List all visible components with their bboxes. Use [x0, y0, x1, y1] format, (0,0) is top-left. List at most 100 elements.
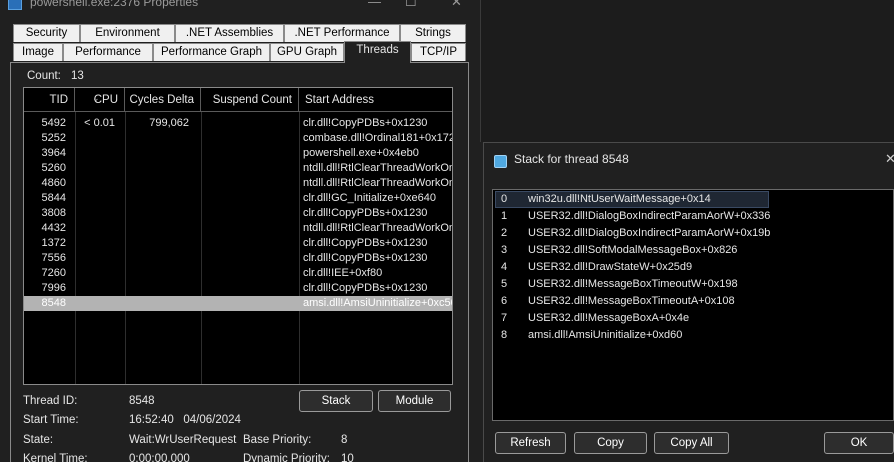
- column-header-start-address[interactable]: Start Address: [299, 88, 452, 112]
- stack-frame-address: USER32.dll!MessageBoxTimeoutA+0x108: [528, 295, 735, 307]
- thread-row[interactable]: 5260 ntdll.dll!RtlClearThreadWorkOnBehalf…: [24, 161, 452, 176]
- stack-frame-address: USER32.dll!DialogBoxIndirectParamAorW+0x…: [528, 210, 771, 222]
- tab-image[interactable]: Image: [13, 43, 63, 61]
- thread-row[interactable]: 7556 clr.dll!CopyPDBs+0x1230: [24, 251, 452, 266]
- stack-frame-address: USER32.dll!MessageBoxTimeoutW+0x198: [528, 278, 738, 290]
- thread-row[interactable]: 5492 < 0.01 799,062 clr.dll!CopyPDBs+0x1230: [24, 116, 452, 131]
- cell-tid: 3808: [41, 207, 66, 219]
- module-button[interactable]: Module: [378, 390, 451, 412]
- thread-row[interactable]: 4860 ntdll.dll!RtlClearThreadWorkOnBehalf…: [24, 176, 452, 191]
- ok-button[interactable]: OK: [824, 432, 894, 454]
- stack-frames-list[interactable]: 0 win32u.dll!NtUserWaitMessage+0x14 1 USER3…: [492, 189, 894, 421]
- stack-button[interactable]: Stack: [299, 390, 373, 412]
- thread-row[interactable]: 5252 combase.dll!Ordinal181+0x1720: [24, 131, 453, 146]
- cell-tid: 8548: [41, 297, 66, 309]
- stack-dialog-area: Stack for thread 8548 ✕ 0 win32u.dll!NtUs…: [480, 0, 894, 462]
- tab-gpu-graph[interactable]: GPU Graph: [270, 43, 344, 61]
- close-icon[interactable]: ✕: [451, 0, 462, 10]
- stack-frame-index: 8: [501, 329, 508, 341]
- cell-start-address: combase.dll!Ordinal181+0x1720: [303, 132, 453, 144]
- cell-tid: 7556: [41, 252, 66, 264]
- stack-frame-row[interactable]: 2 USER32.dll!DialogBoxIndirectParamAorW+0…: [493, 225, 893, 242]
- thread-row[interactable]: 4432 ntdll.dll!RtlClearThreadWorkOnBehalf…: [24, 221, 452, 236]
- stack-frame-row[interactable]: 1 USER32.dll!DialogBoxIndirectParamAorW+0…: [493, 208, 893, 225]
- thread-row[interactable]: 3808 clr.dll!CopyPDBs+0x1230: [24, 206, 452, 221]
- stack-frame-index: 7: [501, 312, 508, 324]
- sort-descending-icon: ⌄: [92, 93, 100, 103]
- window-title: powershell.exe:2376 Properties: [30, 0, 199, 9]
- thread-row[interactable]: 7996 clr.dll!CopyPDBs+0x1230: [24, 281, 452, 296]
- stack-frame-address: USER32.dll!DialogBoxIndirectParamAorW+0x…: [528, 227, 771, 239]
- thread-row[interactable]: 3964 powershell.exe+0x4eb0: [24, 146, 452, 161]
- thread-id-value: 8548: [129, 395, 155, 407]
- column-header-suspend-count[interactable]: Suspend Count: [201, 88, 299, 112]
- thread-row[interactable]: 8548 amsi.dll!AmsiUninitialize+0xc50: [24, 296, 453, 311]
- stack-frame-row[interactable]: 3 USER32.dll!SoftModalMessageBox+0x826: [493, 242, 893, 259]
- stack-frame-row[interactable]: 8 amsi.dll!AmsiUninitialize+0xd60: [493, 327, 893, 344]
- copy-all-button[interactable]: Copy All: [654, 432, 729, 454]
- dynamic-priority-label: Dynamic Priority:: [243, 453, 330, 462]
- column-header-cycles-delta[interactable]: Cycles Delta: [125, 88, 201, 112]
- start-time-value: 16:52:40 04/06/2024: [129, 414, 241, 426]
- base-priority-value: 8: [341, 434, 348, 446]
- maximize-icon[interactable]: ☐: [405, 0, 417, 10]
- cell-tid: 1372: [41, 237, 66, 249]
- thread-row[interactable]: 5844 clr.dll!GC_Initialize+0xe640: [24, 191, 452, 206]
- threads-list-header: TID ⌄ CPU Cycles Delta Suspend Count Sta…: [24, 88, 452, 112]
- column-header-tid[interactable]: TID: [24, 88, 75, 112]
- cell-start-address: ntdll.dll!RtlClearThreadWorkOnBehalfTick…: [303, 162, 452, 174]
- cell-start-address: ntdll.dll!RtlClearThreadWorkOnBehalfTick…: [303, 177, 452, 189]
- tab-environment[interactable]: Environment: [80, 24, 175, 42]
- tab-strings[interactable]: Strings: [400, 24, 466, 42]
- minimize-icon[interactable]: —: [368, 0, 381, 9]
- thread-row[interactable]: 1372 clr.dll!CopyPDBs+0x1230: [24, 236, 452, 251]
- stack-frame-index: 0: [501, 193, 508, 205]
- cell-start-address: clr.dll!CopyPDBs+0x1230: [303, 117, 428, 129]
- cell-tid: 5844: [41, 192, 66, 204]
- stack-frame-row[interactable]: 5 USER32.dll!MessageBoxTimeoutW+0x198: [493, 276, 893, 293]
- cell-tid: 7996: [41, 282, 66, 294]
- cell-tid: 4860: [41, 177, 66, 189]
- kernel-time-label: Kernel Time:: [23, 453, 88, 462]
- cell-start-address: clr.dll!IEE+0xf80: [303, 267, 383, 279]
- refresh-button[interactable]: Refresh: [495, 432, 566, 454]
- count-value: 13: [71, 70, 84, 82]
- stack-frame-address: win32u.dll!NtUserWaitMessage+0x14: [528, 193, 711, 205]
- base-priority-label: Base Priority:: [243, 434, 312, 446]
- cell-tid: 5252: [41, 132, 66, 144]
- tab-tcp-ip[interactable]: TCP/IP: [411, 43, 466, 61]
- tab-performance-graph[interactable]: Performance Graph: [153, 43, 270, 61]
- stack-frame-row[interactable]: 4 USER32.dll!DrawStateW+0x25d9: [493, 259, 893, 276]
- cell-tid: 5260: [41, 162, 66, 174]
- cell-start-address: clr.dll!CopyPDBs+0x1230: [303, 252, 428, 264]
- cell-start-address: clr.dll!CopyPDBs+0x1230: [303, 237, 428, 249]
- stack-frame-address: amsi.dll!AmsiUninitialize+0xd60: [528, 329, 683, 341]
- stack-frame-index: 4: [501, 261, 508, 273]
- title-bar: powershell.exe:2376 Properties — ☐ ✕: [0, 0, 478, 12]
- tab-threads[interactable]: Threads: [344, 41, 411, 63]
- column-header-cpu[interactable]: ⌄ CPU: [75, 88, 125, 112]
- stack-frame-row[interactable]: 7 USER32.dll!MessageBoxA+0x4e: [493, 310, 893, 327]
- stack-frame-index: 6: [501, 295, 508, 307]
- cell-tid: 5492: [41, 117, 66, 129]
- dialog-app-icon: [494, 155, 507, 168]
- threads-list[interactable]: TID ⌄ CPU Cycles Delta Suspend Count Sta…: [23, 87, 453, 385]
- stack-frame-row[interactable]: 6 USER32.dll!MessageBoxTimeoutA+0x108: [493, 293, 893, 310]
- tab-security[interactable]: Security: [13, 24, 80, 42]
- close-icon[interactable]: ✕: [885, 151, 894, 167]
- process-properties-window: powershell.exe:2376 Properties — ☐ ✕ Sec…: [0, 0, 478, 462]
- thread-row[interactable]: 7260 clr.dll!IEE+0xf80: [24, 266, 452, 281]
- background-window: [480, 0, 894, 142]
- stack-frame-address: USER32.dll!SoftModalMessageBox+0x826: [528, 244, 738, 256]
- stack-frame-index: 1: [501, 210, 508, 222]
- copy-button[interactable]: Copy: [574, 432, 647, 454]
- stack-frame-row[interactable]: 0 win32u.dll!NtUserWaitMessage+0x14: [493, 191, 893, 208]
- tab-net-assemblies[interactable]: .NET Assemblies: [175, 24, 284, 42]
- stack-frame-address: USER32.dll!MessageBoxA+0x4e: [528, 312, 690, 324]
- stack-frame-index: 2: [501, 227, 508, 239]
- tab-performance[interactable]: Performance: [63, 43, 153, 61]
- cell-tid: 3964: [41, 147, 66, 159]
- cell-start-address: amsi.dll!AmsiUninitialize+0xc50: [303, 297, 453, 309]
- cell-start-address: clr.dll!CopyPDBs+0x1230: [303, 282, 428, 294]
- tab-net-performance[interactable]: .NET Performance: [284, 24, 400, 42]
